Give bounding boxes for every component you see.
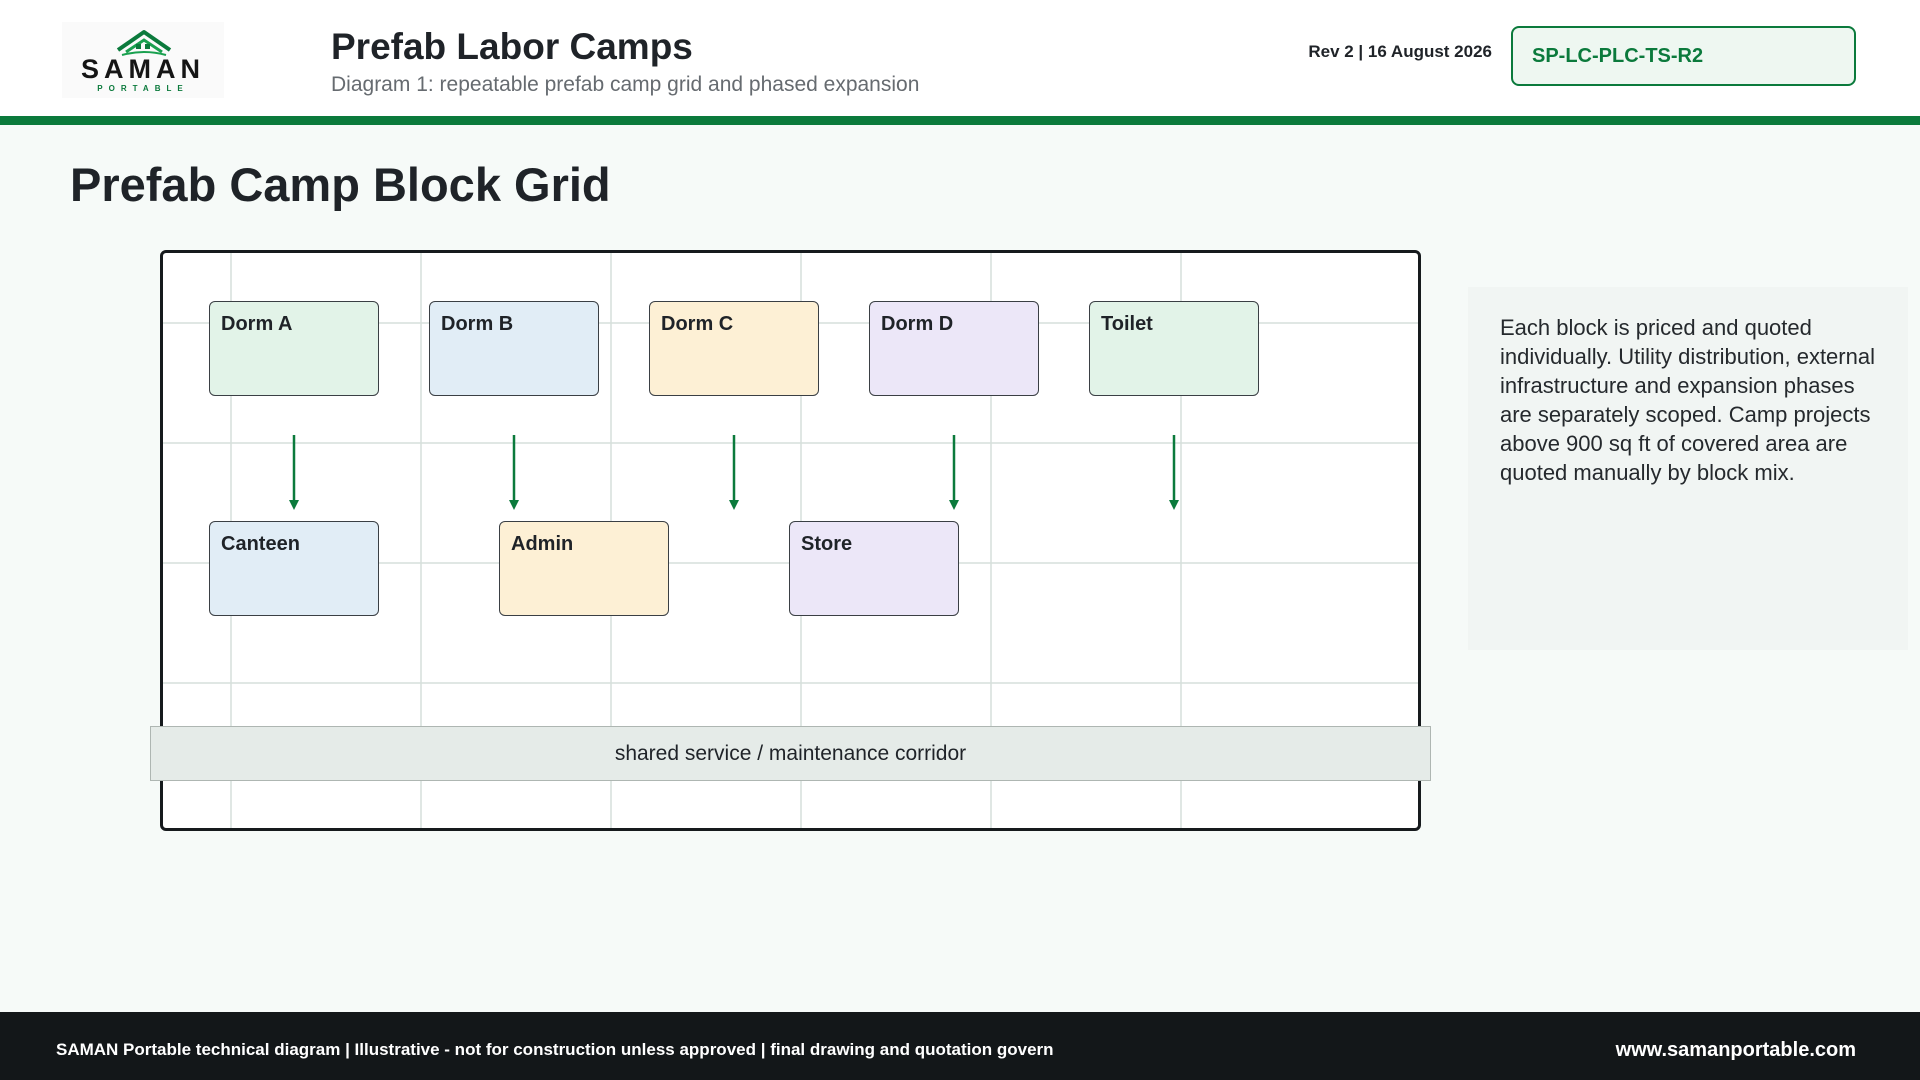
footer-website-link[interactable]: www.samanportable.com — [1616, 1012, 1856, 1080]
block-toilet: Toilet — [1089, 301, 1259, 396]
block-canteen: Canteen — [209, 521, 379, 616]
service-corridor: shared service / maintenance corridor — [150, 726, 1431, 781]
block-dorm-b: Dorm B — [429, 301, 599, 396]
block-dorm-c: Dorm C — [649, 301, 819, 396]
pricing-note-text: Each block is priced and quoted individu… — [1500, 315, 1875, 485]
section-title: Prefab Camp Block Grid — [70, 158, 611, 211]
footer-disclaimer: SAMAN Portable technical diagram | Illus… — [56, 1040, 1054, 1059]
logo-tagline: PORTABLE — [97, 84, 189, 93]
page-subtitle: Diagram 1: repeatable prefab camp grid a… — [331, 73, 920, 96]
header-divider — [0, 116, 1920, 125]
header-bar: SAMAN PORTABLE Prefab Labor Camps Diagra… — [0, 0, 1920, 116]
page-title: Prefab Labor Camps — [331, 26, 693, 67]
block-dorm-a: Dorm A — [209, 301, 379, 396]
document-id-badge: SP-LC-PLC-TS-R2 — [1511, 26, 1856, 86]
pricing-note-panel: Each block is priced and quoted individu… — [1468, 287, 1908, 650]
revision-date: Rev 2 | 16 August 2026 — [1308, 42, 1492, 61]
footer-bar: SAMAN Portable technical diagram | Illus… — [0, 1012, 1920, 1080]
block-dorm-d: Dorm D — [869, 301, 1039, 396]
logo-wordmark: SAMAN — [81, 54, 205, 84]
block-admin: Admin — [499, 521, 669, 616]
company-logo: SAMAN PORTABLE — [62, 22, 224, 98]
block-store: Store — [789, 521, 959, 616]
